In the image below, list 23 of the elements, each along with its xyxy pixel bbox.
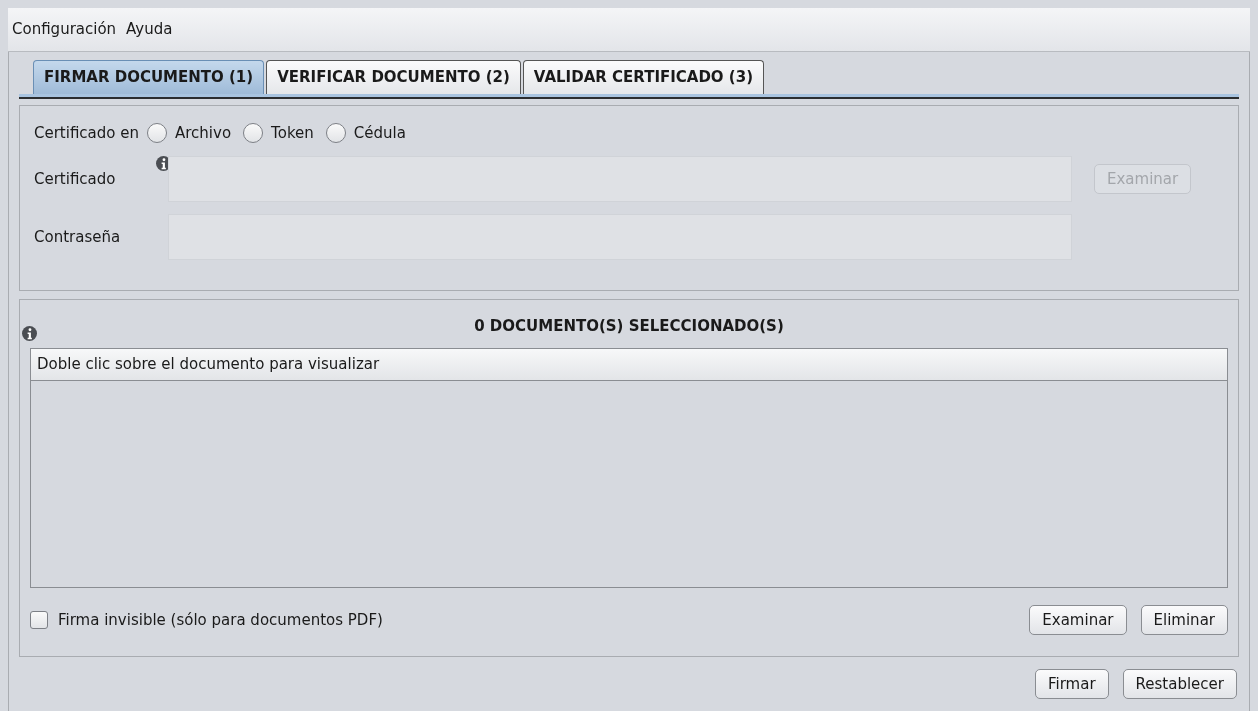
- column-header: Doble clic sobre el documento para visualizar: [31, 349, 1227, 381]
- button[interactable]: Restablecer: [1122, 669, 1237, 699]
- menu-item[interactable]: Ayuda: [126, 18, 173, 41]
- button[interactable]: Firmar: [1035, 669, 1109, 699]
- section-title: 0 DOCUMENTO(S) SELECCIONADO(S): [473, 315, 785, 337]
- radio-label: Archivo: [175, 122, 232, 144]
- tab[interactable]: VALIDAR CERTIFICADO (3): [522, 60, 764, 94]
- field-label: Contraseña: [34, 226, 122, 248]
- radio-button[interactable]: [325, 123, 346, 143]
- tab[interactable]: FIRMAR DOCUMENTO (1): [33, 60, 265, 94]
- button[interactable]: Eliminar: [1140, 605, 1228, 635]
- button[interactable]: Examinar: [1029, 605, 1127, 635]
- checkbox[interactable]: [30, 611, 48, 629]
- field-label: Certificado en: [34, 122, 139, 144]
- tab[interactable]: VERIFICAR DOCUMENTO (2): [266, 60, 521, 94]
- radio-label: Cédula: [353, 122, 406, 144]
- info-icon: [22, 325, 37, 341]
- field-label: Certificado: [34, 168, 117, 190]
- checkbox-label: Firma invisible (sólo para documentos PDF): [58, 609, 384, 631]
- radio-button[interactable]: [147, 123, 167, 143]
- menu-item[interactable]: Configuración: [12, 18, 117, 41]
- radio-label: Token: [271, 122, 314, 144]
- radio-button[interactable]: [243, 123, 264, 143]
